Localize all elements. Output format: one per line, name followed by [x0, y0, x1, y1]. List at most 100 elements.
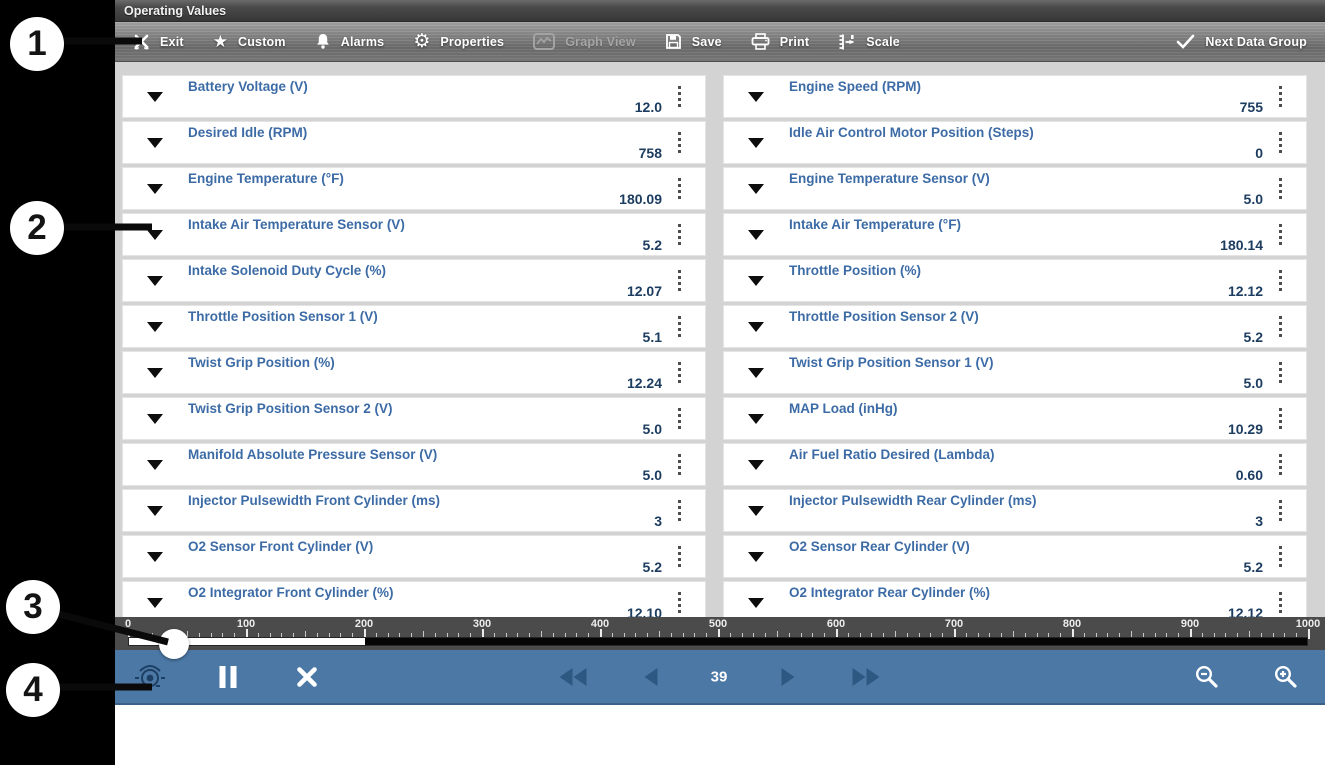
row-expand-button[interactable]	[723, 75, 789, 118]
step-back-button[interactable]	[645, 668, 658, 686]
checkmark-icon	[1176, 34, 1195, 49]
row-expand-button[interactable]	[122, 167, 188, 210]
parameter-label: Injector Pulsewidth Front Cylinder (ms)	[188, 493, 440, 508]
parameter-row: Throttle Position Sensor 2 (V) 5.2	[723, 305, 1307, 348]
row-expand-button[interactable]	[122, 489, 188, 532]
row-menu-dots-icon[interactable]	[666, 305, 692, 348]
row-menu-dots-icon[interactable]	[1267, 213, 1293, 256]
row-expand-button[interactable]	[122, 259, 188, 302]
timeline-track[interactable]	[128, 637, 1308, 646]
row-menu-dots-icon[interactable]	[1267, 489, 1293, 532]
row-expand-button[interactable]	[723, 397, 789, 440]
row-expand-button[interactable]	[122, 305, 188, 348]
row-expand-button[interactable]	[122, 397, 188, 440]
row-menu-dots-icon[interactable]	[1267, 259, 1293, 302]
row-menu-dots-icon[interactable]	[1267, 305, 1293, 348]
scale-icon	[838, 33, 856, 51]
row-menu-dots-icon[interactable]	[1267, 351, 1293, 394]
row-menu-dots-icon[interactable]	[666, 259, 692, 302]
camera-icon	[133, 662, 167, 692]
row-menu-dots-icon[interactable]	[666, 443, 692, 486]
exit-x-icon	[133, 34, 150, 50]
row-menu-dots-icon[interactable]	[1267, 397, 1293, 440]
parameter-value: 12.24	[627, 375, 662, 391]
parameter-value: 12.07	[627, 283, 662, 299]
row-expand-button[interactable]	[723, 121, 789, 164]
dropdown-arrow-icon	[147, 322, 163, 332]
fast-forward-button[interactable]	[853, 668, 880, 686]
pause-button[interactable]	[220, 666, 237, 688]
parameter-readout: Intake Air Temperature Sensor (V) 5.2	[188, 213, 666, 256]
row-expand-button[interactable]	[723, 351, 789, 394]
row-expand-button[interactable]	[723, 259, 789, 302]
parameter-label: Twist Grip Position Sensor 2 (V)	[188, 401, 393, 416]
row-menu-dots-icon[interactable]	[666, 213, 692, 256]
properties-button[interactable]: ⚙ Properties	[413, 33, 504, 50]
print-button[interactable]: Print	[751, 33, 809, 50]
row-menu-dots-icon[interactable]	[1267, 121, 1293, 164]
parameter-value: 180.09	[619, 191, 662, 207]
parameter-value: 755	[1240, 99, 1263, 115]
parameter-column-left: Battery Voltage (V) 12.0 Desired Idle (R…	[122, 75, 706, 617]
row-expand-button[interactable]	[723, 305, 789, 348]
row-menu-dots-icon[interactable]	[1267, 443, 1293, 486]
row-menu-dots-icon[interactable]	[666, 75, 692, 118]
row-menu-dots-icon[interactable]	[1267, 75, 1293, 118]
snapshot-button[interactable]	[133, 662, 167, 692]
parameter-readout: Engine Speed (RPM) 755	[789, 75, 1267, 118]
row-expand-button[interactable]	[122, 535, 188, 578]
parameter-value: 758	[639, 145, 662, 161]
parameter-value: 5.2	[1244, 559, 1263, 575]
dropdown-arrow-icon	[748, 460, 764, 470]
parameter-readout: Idle Air Control Motor Position (Steps) …	[789, 121, 1267, 164]
row-menu-dots-icon[interactable]	[1267, 535, 1293, 578]
timeline-ruler[interactable]: 01002003004005006007008009001000	[115, 617, 1325, 650]
parameter-readout: Desired Idle (RPM) 758	[188, 121, 666, 164]
row-expand-button[interactable]	[723, 213, 789, 256]
next-data-group-button[interactable]: Next Data Group	[1176, 34, 1307, 49]
parameter-label: Throttle Position (%)	[789, 263, 921, 278]
dropdown-arrow-icon	[748, 92, 764, 102]
stop-button[interactable]	[296, 665, 319, 688]
row-menu-dots-icon[interactable]	[666, 167, 692, 210]
row-expand-button[interactable]	[122, 75, 188, 118]
parameter-readout: Throttle Position Sensor 2 (V) 5.2	[789, 305, 1267, 348]
parameter-label: Intake Air Temperature (°F)	[789, 217, 961, 232]
toolbar: Exit ★ Custom Alarms ⚙ Properties	[115, 22, 1325, 62]
alarms-button[interactable]: Alarms	[315, 33, 385, 50]
dropdown-arrow-icon	[147, 506, 163, 516]
custom-button[interactable]: ★ Custom	[213, 33, 286, 50]
row-expand-button[interactable]	[723, 167, 789, 210]
row-expand-button[interactable]	[122, 213, 188, 256]
timeline-slider-handle[interactable]	[159, 629, 189, 659]
row-menu-dots-icon[interactable]	[666, 535, 692, 578]
zoom-in-button[interactable]	[1273, 664, 1299, 690]
parameter-label: Injector Pulsewidth Rear Cylinder (ms)	[789, 493, 1037, 508]
callout-4: 4	[6, 663, 60, 717]
exit-button[interactable]: Exit	[133, 34, 184, 50]
parameter-row: MAP Load (inHg) 10.29	[723, 397, 1307, 440]
row-expand-button[interactable]	[122, 121, 188, 164]
dropdown-arrow-icon	[748, 506, 764, 516]
row-menu-dots-icon[interactable]	[1267, 167, 1293, 210]
row-expand-button[interactable]	[723, 489, 789, 532]
rewind-button[interactable]	[560, 668, 587, 686]
graph-view-button: Graph View	[533, 33, 636, 50]
row-menu-dots-icon[interactable]	[666, 121, 692, 164]
step-forward-button[interactable]	[782, 668, 795, 686]
parameter-label: Battery Voltage (V)	[188, 79, 308, 94]
dropdown-arrow-icon	[748, 184, 764, 194]
annotation-strip	[0, 0, 115, 765]
row-expand-button[interactable]	[723, 535, 789, 578]
zoom-out-button[interactable]	[1194, 664, 1220, 690]
parameter-column-right: Engine Speed (RPM) 755 Idle Air Control …	[723, 75, 1307, 617]
row-expand-button[interactable]	[723, 443, 789, 486]
save-button[interactable]: Save	[665, 33, 722, 50]
row-menu-dots-icon[interactable]	[666, 351, 692, 394]
row-menu-dots-icon[interactable]	[666, 397, 692, 440]
row-expand-button[interactable]	[122, 443, 188, 486]
row-expand-button[interactable]	[122, 351, 188, 394]
row-menu-dots-icon[interactable]	[666, 489, 692, 532]
scale-button[interactable]: Scale	[838, 33, 900, 51]
zoom-in-icon	[1273, 664, 1299, 690]
